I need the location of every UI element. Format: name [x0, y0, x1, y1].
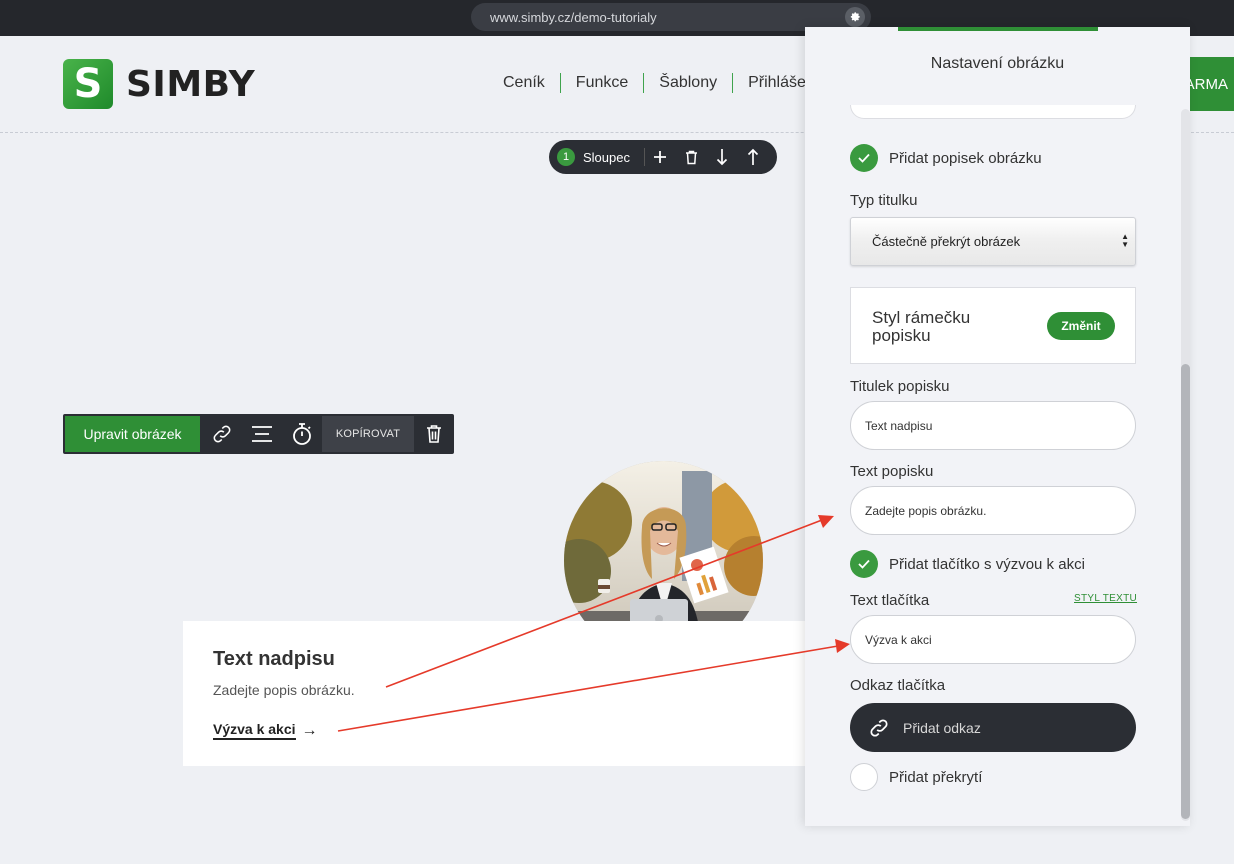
panel-title: Nastavení obrázku: [930, 55, 1065, 72]
image-settings-panel: Nastavení obrázku Přidat popisek obrázku…: [805, 27, 1190, 826]
caption-title-label: Titulek popisku: [850, 378, 950, 395]
cta-link[interactable]: Výzva k akci →: [213, 721, 318, 740]
title-type-select[interactable]: Částečně překrýt obrázek ▲ ▼: [850, 217, 1136, 266]
title-type-label: Typ titulku: [850, 192, 918, 209]
select-arrows-icon: ▲ ▼: [1121, 232, 1129, 249]
caption-description: Zadejte popis obrázku.: [213, 682, 355, 698]
arrow-right-icon: →: [301, 721, 318, 739]
link-icon: [870, 718, 888, 737]
previous-field-edge: [850, 105, 1136, 119]
caption-title-input[interactable]: [850, 401, 1136, 450]
add-cta-checkbox[interactable]: Přidat tlačítko s výzvou k akci: [850, 550, 1085, 578]
copy-button[interactable]: KOPÍROVAT: [322, 416, 414, 452]
button-link-label: Odkaz tlačítka: [850, 677, 946, 694]
add-overlay-label: Přidat překrytí: [889, 768, 983, 786]
nav-item-sablony[interactable]: Šablony: [643, 73, 732, 93]
edit-image-button[interactable]: Upravit obrázek: [65, 416, 200, 452]
add-caption-label: Přidat popisek obrázku: [889, 149, 1042, 167]
frame-style-label: Styl rámečku popisku: [872, 308, 971, 345]
caption-title: Text nadpisu: [213, 648, 335, 670]
empty-checkbox-icon[interactable]: [850, 763, 878, 791]
add-link-label: Přidat odkaz: [903, 719, 981, 736]
image-toolbar: Upravit obrázek KOPÍROVAT: [63, 414, 454, 454]
trash-icon[interactable]: [676, 143, 707, 171]
panel-accent-bar: [898, 27, 1098, 31]
caption-text-label: Text popisku: [850, 463, 934, 480]
logo-text[interactable]: SIMBY: [126, 64, 255, 105]
nav-item-funkce[interactable]: Funkce: [559, 73, 643, 93]
change-style-button[interactable]: Změnit: [1047, 312, 1115, 340]
align-icon[interactable]: [242, 414, 282, 454]
add-cta-label: Přidat tlačítko s výzvou k akci: [889, 555, 1085, 573]
caption-frame-style-box: Styl rámečku popisku Změnit: [850, 287, 1136, 364]
nav-item-cenik[interactable]: Ceník: [503, 73, 560, 93]
checkmark-icon[interactable]: [850, 550, 878, 578]
gear-icon[interactable]: [845, 7, 865, 27]
button-text-input[interactable]: [850, 615, 1136, 664]
caption-card: Text nadpisu Zadejte popis obrázku. Výzv…: [183, 621, 823, 766]
arrow-down-icon[interactable]: [707, 143, 738, 171]
timer-icon[interactable]: [282, 414, 322, 454]
logo-letter: S: [73, 61, 103, 107]
arrow-up-icon[interactable]: [738, 143, 769, 171]
link-icon[interactable]: [202, 414, 242, 454]
add-overlay-checkbox[interactable]: Přidat překrytí: [850, 763, 982, 791]
add-link-button[interactable]: Přidat odkaz: [850, 703, 1136, 752]
scrollbar-thumb[interactable]: [1181, 364, 1190, 819]
text-style-link[interactable]: STYL TEXTU: [1074, 593, 1137, 604]
column-number-badge: 1: [557, 148, 575, 166]
logo-icon[interactable]: S: [63, 59, 113, 109]
plus-icon[interactable]: [645, 143, 676, 171]
caption-text-input[interactable]: [850, 486, 1136, 535]
panel-scrollbar[interactable]: [1181, 109, 1190, 821]
add-caption-checkbox[interactable]: Přidat popisek obrázku: [850, 144, 1042, 172]
trash-icon[interactable]: [414, 414, 454, 454]
address-bar-url[interactable]: www.simby.cz/demo-tutorialy: [490, 10, 657, 25]
column-toolbar: 1 Sloupec: [549, 140, 777, 174]
main-nav: Ceník Funkce Šablony Přihláše: [503, 73, 821, 93]
button-text-label: Text tlačítka: [850, 592, 930, 609]
column-label[interactable]: Sloupec: [583, 150, 630, 165]
checkmark-icon[interactable]: [850, 144, 878, 172]
cta-link-text[interactable]: Výzva k akci: [213, 721, 296, 740]
title-type-value: Částečně překrýt obrázek: [872, 234, 1021, 249]
